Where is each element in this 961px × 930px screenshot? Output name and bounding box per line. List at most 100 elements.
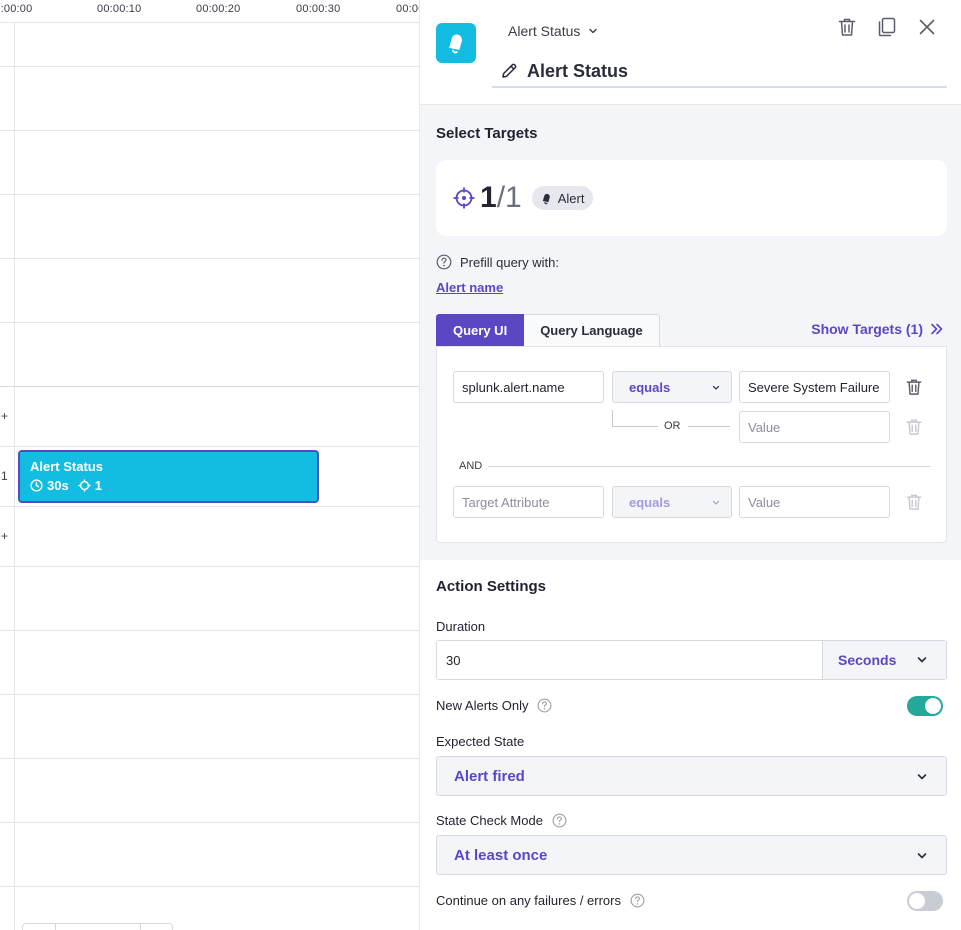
- expected-state-value: Alert fired: [454, 767, 525, 785]
- state-check-mode-label: State Check Mode: [436, 813, 543, 828]
- step-name: Alert Status: [527, 60, 629, 81]
- crosshair-icon: [452, 186, 476, 210]
- help-icon[interactable]: [537, 698, 552, 713]
- state-check-mode-value: At least once: [454, 846, 548, 864]
- delete-or-value-button[interactable]: [905, 418, 923, 436]
- duration-input[interactable]: 30: [437, 641, 822, 679]
- crosshair-icon: [78, 479, 91, 492]
- row-divider: [0, 886, 419, 887]
- row-divider: [0, 322, 419, 323]
- targets-summary-card: 1 /1 Alert: [436, 160, 947, 236]
- time-ruler: 00:00:00 00:00:10 00:00:20 00:00:30 00:0…: [0, 0, 419, 23]
- or-value-input[interactable]: Value: [739, 411, 890, 443]
- close-panel-button[interactable]: [916, 16, 938, 38]
- trash-icon: [838, 18, 856, 36]
- delete-step-button[interactable]: [836, 16, 858, 38]
- new-alerts-only-row: New Alerts Only: [436, 698, 552, 713]
- expected-state-select[interactable]: Alert fired: [436, 756, 947, 796]
- new-operator-value: equals: [629, 494, 671, 510]
- continue-on-failures-toggle[interactable]: [907, 891, 943, 911]
- new-operator-select[interactable]: equals: [612, 486, 732, 518]
- prefill-alert-name-link[interactable]: Alert name: [436, 280, 503, 295]
- continue-on-failures-label: Continue on any failures / errors: [436, 893, 621, 908]
- trash-icon: [906, 419, 922, 435]
- chevron-down-icon: [916, 850, 928, 862]
- row-divider: [0, 446, 419, 447]
- time-tick: 00:00:40: [396, 3, 419, 15]
- tab-query-ui[interactable]: Query UI: [436, 314, 525, 347]
- timeline-step-block[interactable]: Alert Status 30s 1: [18, 450, 319, 503]
- time-tick: 00:00:20: [196, 3, 241, 15]
- step-block-targets: 1: [94, 478, 102, 493]
- step-block-title: Alert Status: [30, 459, 103, 474]
- action-settings: Action Settings Duration 30 Seconds New …: [420, 560, 961, 930]
- step-type-selector[interactable]: Alert Status: [508, 23, 598, 39]
- show-targets-button[interactable]: Show Targets (1): [811, 321, 944, 337]
- continue-on-failures-row: Continue on any failures / errors: [436, 893, 645, 908]
- new-alerts-only-label: New Alerts Only: [436, 698, 529, 713]
- time-tick: 00:00:30: [296, 3, 341, 15]
- step-config-panel: Alert Status Alert Status Select Targets…: [419, 0, 961, 930]
- help-icon[interactable]: [630, 893, 645, 908]
- clock-icon: [30, 479, 43, 492]
- panel-header: Alert Status Alert Status: [420, 0, 961, 105]
- row-divider: [0, 694, 419, 695]
- state-check-mode-row: State Check Mode: [436, 813, 567, 828]
- and-divider: [488, 466, 931, 467]
- trash-icon: [906, 379, 922, 395]
- or-label: OR: [664, 420, 681, 432]
- row-divider: [0, 130, 419, 131]
- query-builder: splunk.alert.name equals Severe System F…: [436, 346, 947, 543]
- help-icon[interactable]: [436, 254, 452, 270]
- target-type-chip: Alert: [531, 186, 594, 210]
- and-label: AND: [459, 460, 483, 472]
- duration-label: Duration: [436, 619, 486, 634]
- selected-target-count: 1: [480, 181, 497, 214]
- operator-select[interactable]: equals: [612, 371, 732, 403]
- delete-new-condition-button[interactable]: [905, 493, 923, 511]
- step-block-duration: 30s: [47, 478, 69, 493]
- target-type-label: Alert: [557, 190, 585, 206]
- chevron-down-icon: [588, 26, 598, 36]
- add-row-marker[interactable]: +: [1, 529, 8, 543]
- action-settings-heading: Action Settings: [436, 578, 547, 595]
- alert-bell-icon: [540, 192, 553, 205]
- duplicate-step-button[interactable]: [876, 16, 898, 38]
- row-divider: [0, 258, 419, 259]
- expected-state-label: Expected State: [436, 734, 525, 749]
- zoom-controls[interactable]: [22, 923, 173, 930]
- chevron-down-icon: [711, 498, 721, 508]
- chevron-down-icon: [916, 771, 928, 783]
- row-divider: [0, 758, 419, 759]
- delete-condition-button[interactable]: [905, 378, 923, 396]
- row-number: 1: [1, 469, 8, 483]
- timeline-canvas[interactable]: 00:00:00 00:00:10 00:00:20 00:00:30 00:0…: [0, 0, 419, 930]
- target-attribute-input[interactable]: splunk.alert.name: [453, 371, 604, 403]
- total-target-count: /1: [496, 181, 522, 214]
- chevron-down-icon: [916, 654, 928, 666]
- help-icon[interactable]: [552, 813, 567, 828]
- prefill-row: Prefill query with:: [436, 254, 559, 270]
- duration-control: 30 Seconds: [436, 640, 947, 680]
- add-row-marker[interactable]: +: [1, 409, 8, 423]
- new-target-attribute-input[interactable]: Target Attribute: [453, 486, 604, 518]
- row-divider: [0, 506, 419, 507]
- trash-icon: [906, 494, 922, 510]
- prefill-label: Prefill query with:: [460, 254, 559, 270]
- row-divider: [0, 194, 419, 195]
- row-divider: [0, 66, 419, 67]
- duration-unit-select[interactable]: Seconds: [822, 641, 946, 679]
- step-name-field[interactable]: Alert Status: [492, 56, 947, 88]
- close-icon: [919, 19, 935, 35]
- state-check-mode-select[interactable]: At least once: [436, 835, 947, 875]
- new-value-input[interactable]: Value: [739, 486, 890, 518]
- row-divider: [0, 822, 419, 823]
- chevron-down-icon: [711, 383, 721, 393]
- new-alerts-only-toggle[interactable]: [907, 696, 943, 716]
- step-type-label: Alert Status: [508, 23, 581, 39]
- duration-unit-value: Seconds: [838, 652, 897, 668]
- row-divider: [0, 386, 419, 387]
- lane-divider: [14, 23, 15, 930]
- value-input[interactable]: Severe System Failure: [739, 371, 890, 403]
- tab-query-language[interactable]: Query Language: [524, 314, 660, 347]
